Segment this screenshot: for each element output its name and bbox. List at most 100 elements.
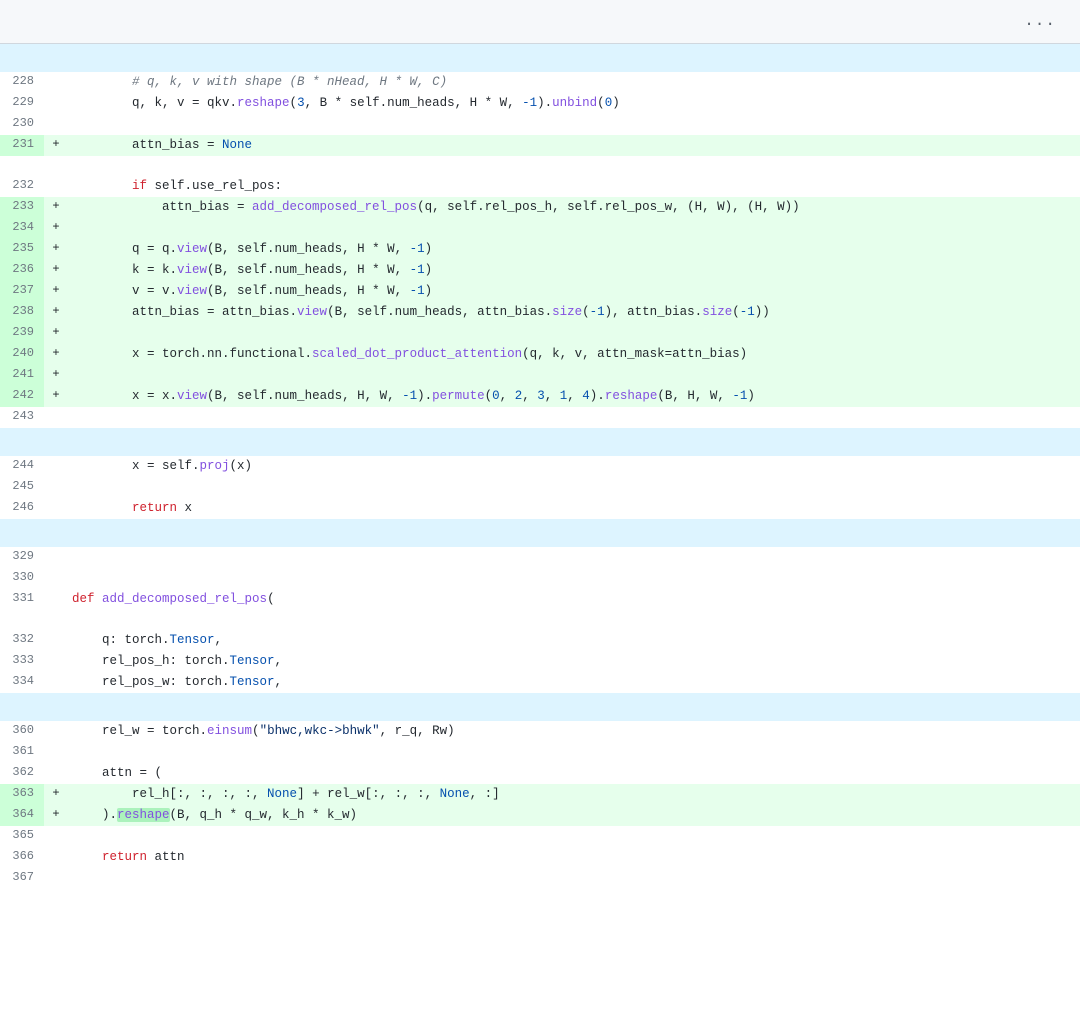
diff-row: 361 [0,742,1080,763]
line-number[interactable]: 233 [0,197,44,218]
code-content[interactable] [68,826,1080,847]
line-number[interactable]: 229 [0,93,44,114]
line-number[interactable]: 240 [0,344,44,365]
code-content[interactable]: ).reshape(B, q_h * q_w, k_h * k_w) [68,805,1080,826]
diff-marker [44,630,68,651]
line-number[interactable]: 246 [0,498,44,519]
diff-row: 240+ x = torch.nn.functional.scaled_dot_… [0,344,1080,365]
diff-row: 363+ rel_h[:, :, :, :, None] + rel_w[:, … [0,784,1080,805]
diff-row: 367 [0,868,1080,889]
diff-marker [44,93,68,114]
line-number[interactable]: 236 [0,260,44,281]
code-content[interactable]: v = v.view(B, self.num_heads, H * W, -1) [68,281,1080,302]
diff-marker [44,868,68,889]
code-content[interactable]: attn = ( [68,763,1080,784]
diff-row: 331 def add_decomposed_rel_pos( [0,589,1080,610]
line-number[interactable]: 332 [0,630,44,651]
line-number[interactable]: 234 [0,218,44,239]
code-content[interactable] [68,218,1080,239]
diff-row: 231+ attn_bias = None [0,135,1080,156]
code-content[interactable] [68,407,1080,428]
line-number[interactable]: 244 [0,456,44,477]
line-number[interactable]: 228 [0,72,44,93]
code-content[interactable] [68,519,1080,547]
code-content[interactable]: attn_bias = None [68,135,1080,156]
diff-row: 238+ attn_bias = attn_bias.view(B, self.… [0,302,1080,323]
code-content[interactable]: k = k.view(B, self.num_heads, H * W, -1) [68,260,1080,281]
line-number[interactable]: 329 [0,547,44,568]
diff-marker [44,72,68,93]
line-number[interactable]: 239 [0,323,44,344]
code-content[interactable] [68,693,1080,721]
line-number[interactable]: 334 [0,672,44,693]
diff-row: 244 x = self.proj(x) [0,456,1080,477]
line-number[interactable]: 364 [0,805,44,826]
diff-row: 362 attn = ( [0,763,1080,784]
code-content[interactable] [68,742,1080,763]
line-number[interactable] [0,519,44,547]
code-content[interactable]: x = self.proj(x) [68,456,1080,477]
diff-marker [44,44,68,72]
line-number[interactable]: 365 [0,826,44,847]
code-content[interactable]: rel_h[:, :, :, :, None] + rel_w[:, :, :,… [68,784,1080,805]
code-content[interactable]: if self.use_rel_pos: [68,176,1080,197]
line-number[interactable]: 333 [0,651,44,672]
line-number[interactable]: 331 [0,589,44,610]
line-number[interactable] [0,610,44,630]
line-number[interactable] [0,156,44,176]
code-content[interactable]: return x [68,498,1080,519]
code-content[interactable] [68,156,1080,176]
diff-row: 237+ v = v.view(B, self.num_heads, H * W… [0,281,1080,302]
code-content[interactable] [68,610,1080,630]
code-content[interactable]: return attn [68,847,1080,868]
line-number[interactable]: 242 [0,386,44,407]
code-content[interactable]: rel_w = torch.einsum("bhwc,wkc->bhwk", r… [68,721,1080,742]
line-number[interactable] [0,428,44,456]
line-number[interactable]: 241 [0,365,44,386]
code-content[interactable]: q, k, v = qkv.reshape(3, B * self.num_he… [68,93,1080,114]
code-content[interactable]: attn_bias = add_decomposed_rel_pos(q, se… [68,197,1080,218]
line-number[interactable]: 245 [0,477,44,498]
line-number[interactable]: 235 [0,239,44,260]
code-content[interactable] [68,868,1080,889]
diff-marker [44,176,68,197]
line-number[interactable]: 230 [0,114,44,135]
code-content[interactable] [68,323,1080,344]
code-content[interactable]: rel_pos_w: torch.Tensor, [68,672,1080,693]
code-content[interactable] [68,44,1080,72]
code-content[interactable]: x = x.view(B, self.num_heads, H, W, -1).… [68,386,1080,407]
code-content[interactable]: x = torch.nn.functional.scaled_dot_produ… [68,344,1080,365]
line-number[interactable]: 362 [0,763,44,784]
line-number[interactable]: 363 [0,784,44,805]
diff-marker [44,456,68,477]
diff-marker [44,610,68,630]
line-number[interactable] [0,44,44,72]
code-content[interactable] [68,114,1080,135]
code-content[interactable]: q: torch.Tensor, [68,630,1080,651]
code-content[interactable] [68,547,1080,568]
line-number[interactable]: 366 [0,847,44,868]
more-icon[interactable]: ... [1016,5,1064,39]
line-number[interactable]: 232 [0,176,44,197]
code-content[interactable]: rel_pos_h: torch.Tensor, [68,651,1080,672]
code-content[interactable] [68,477,1080,498]
code-content[interactable] [68,568,1080,589]
line-number[interactable]: 237 [0,281,44,302]
line-number[interactable]: 243 [0,407,44,428]
line-number[interactable] [0,693,44,721]
line-number[interactable]: 238 [0,302,44,323]
code-content[interactable]: q = q.view(B, self.num_heads, H * W, -1) [68,239,1080,260]
code-content[interactable]: attn_bias = attn_bias.view(B, self.num_h… [68,302,1080,323]
line-number[interactable]: 360 [0,721,44,742]
diff-marker: + [44,323,68,344]
code-content[interactable] [68,428,1080,456]
code-content[interactable]: # q, k, v with shape (B * nHead, H * W, … [68,72,1080,93]
line-number[interactable]: 361 [0,742,44,763]
code-content[interactable]: def add_decomposed_rel_pos( [68,589,1080,610]
code-content[interactable] [68,365,1080,386]
diff-row: 241+ [0,365,1080,386]
diff-marker: + [44,135,68,156]
line-number[interactable]: 330 [0,568,44,589]
line-number[interactable]: 231 [0,135,44,156]
line-number[interactable]: 367 [0,868,44,889]
